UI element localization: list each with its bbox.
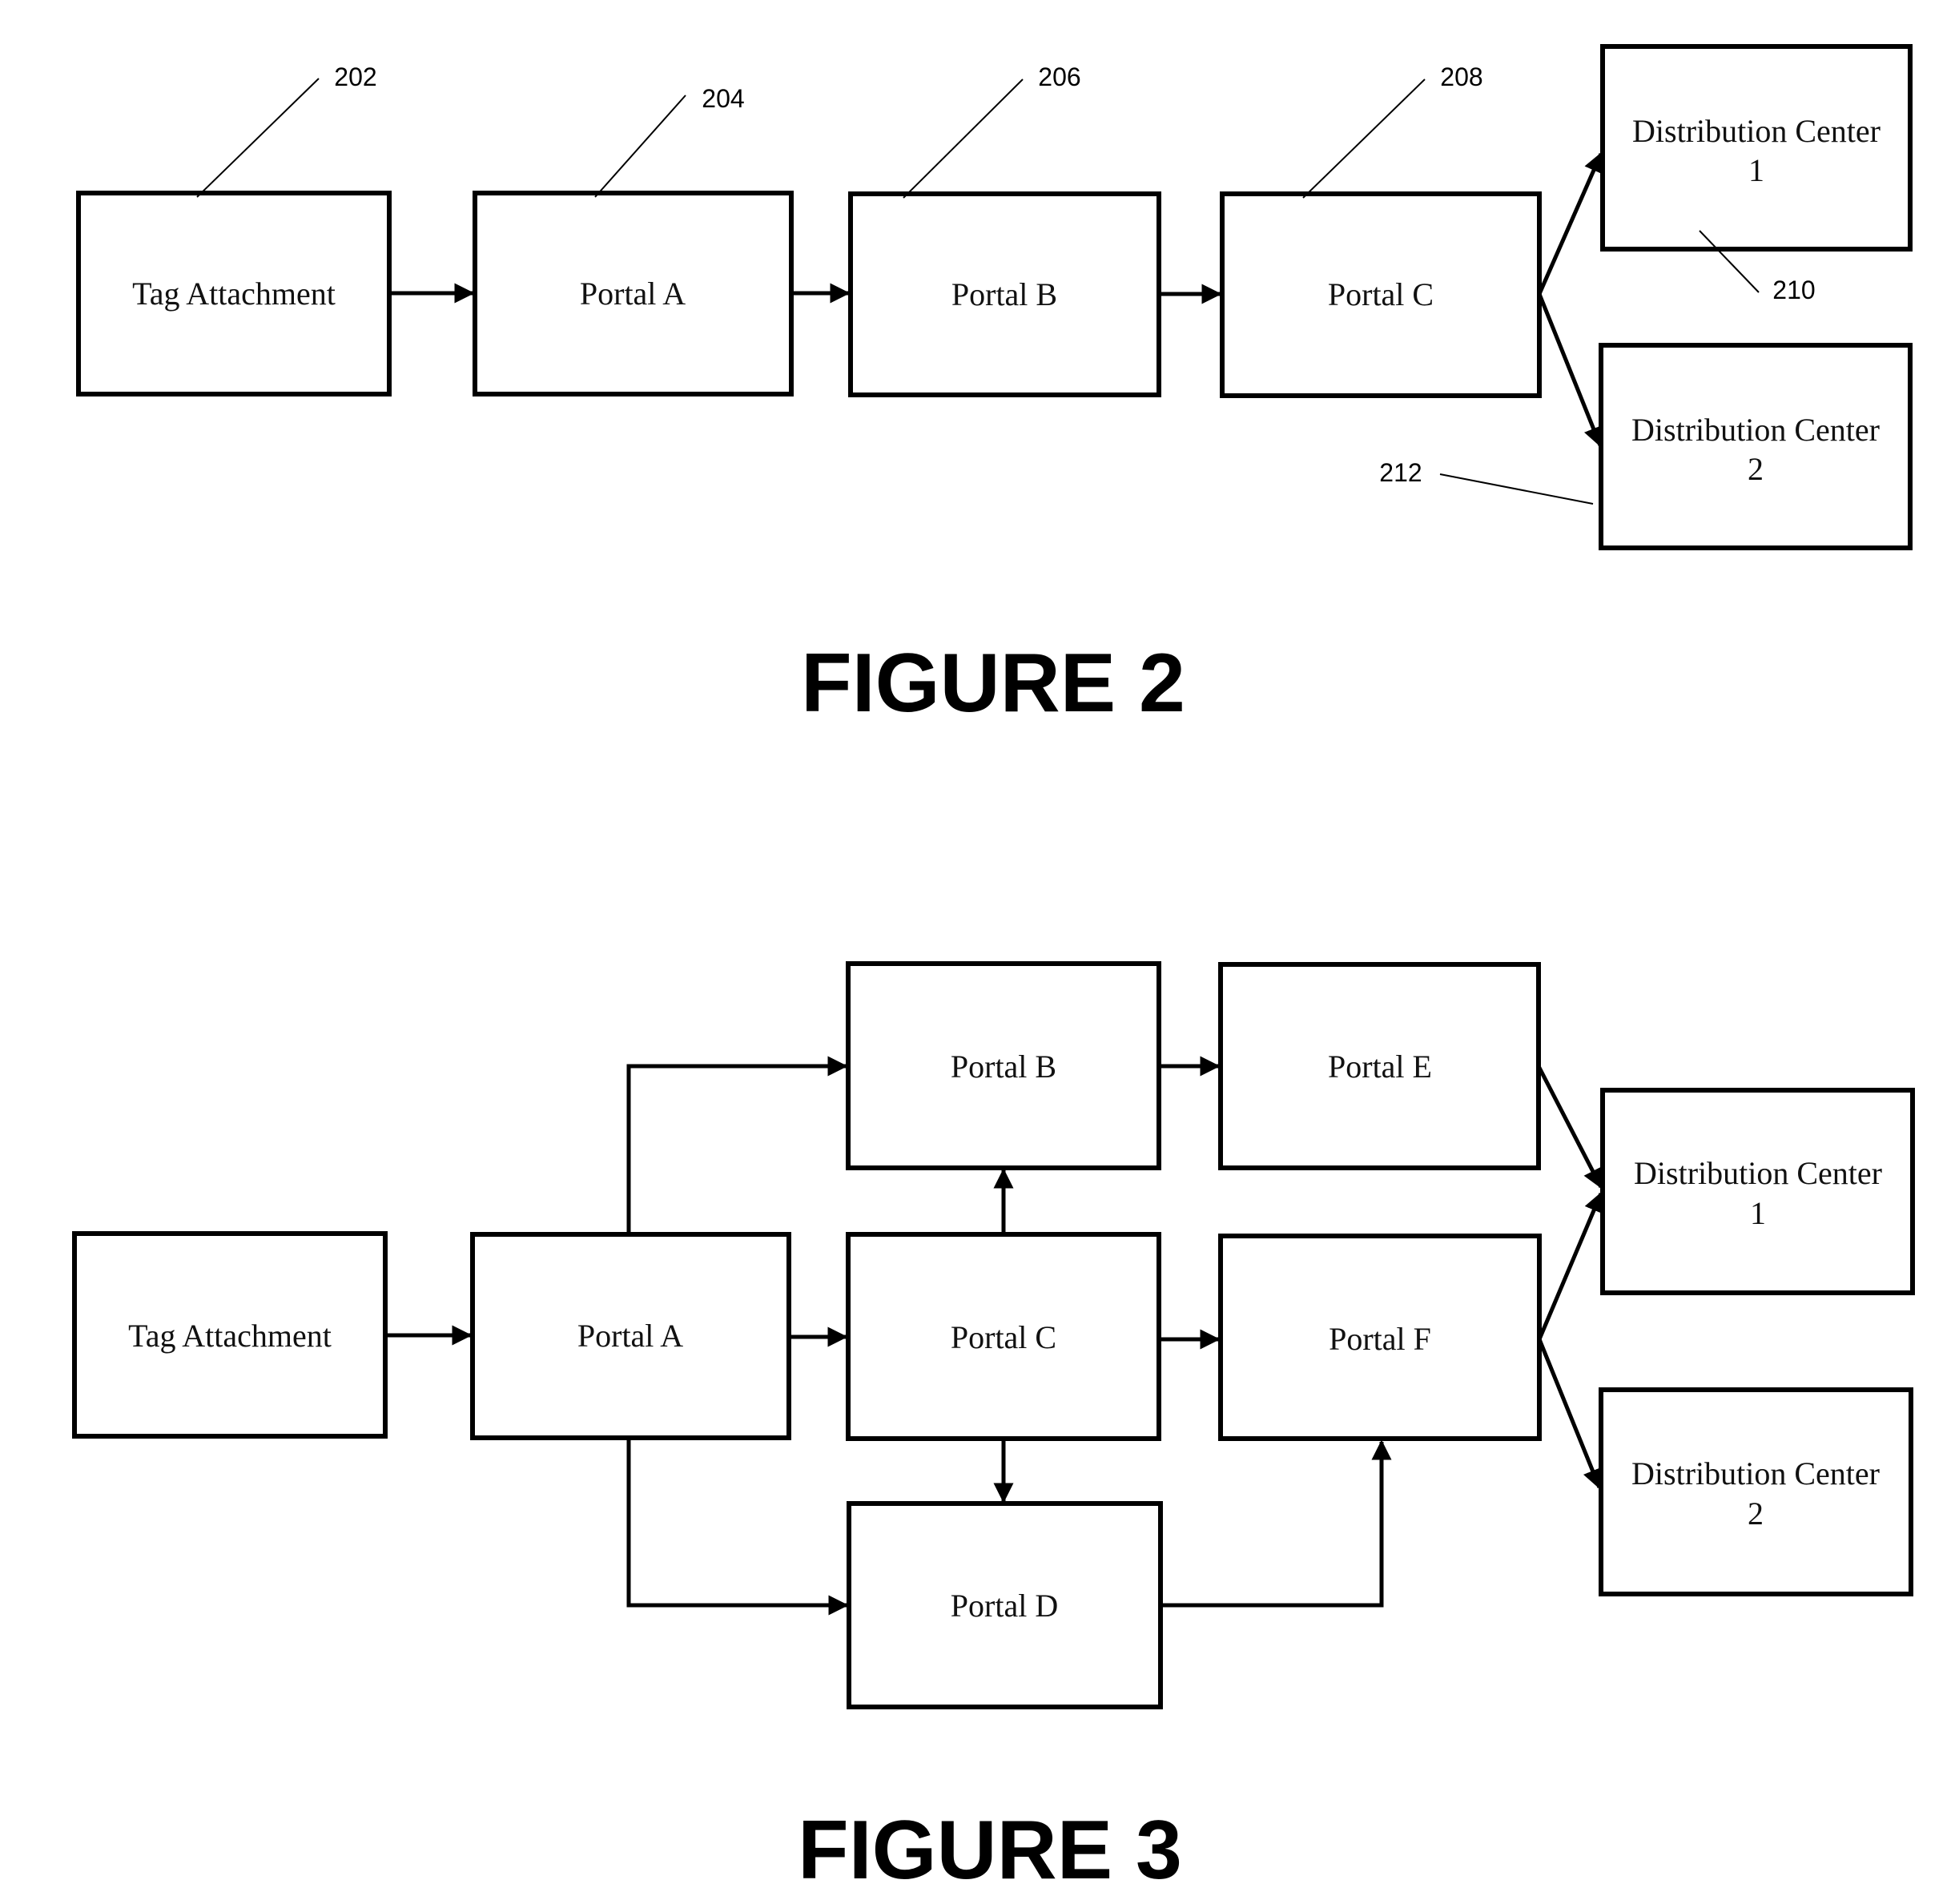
figure-title: FIGURE 3 — [798, 1804, 1182, 1897]
figure-title: FIGURE 2 — [801, 637, 1185, 730]
diagram-canvas: Tag Attachment Portal A Portal B Portal … — [72, 44, 1915, 1897]
node-label: Portal F — [1329, 1321, 1431, 1357]
node-label: Portal D — [951, 1588, 1058, 1624]
node-label-line-2: 1 — [1750, 1195, 1766, 1231]
edge-portal-f-to-dc1 — [1537, 1191, 1603, 1340]
edge-portal-f-to-dc2 — [1537, 1338, 1603, 1490]
node-distribution-center-1: Distribution Center 1 — [1600, 44, 1913, 252]
ref-numeral: 208 — [1440, 62, 1482, 91]
figure-3: Tag Attachment Portal A Portal B Portal … — [72, 961, 1915, 1897]
node-label-line-1: Distribution Center — [1632, 113, 1881, 149]
node-portal-c: Portal C — [1220, 191, 1542, 398]
node-portal-f: Portal F — [1218, 1234, 1542, 1441]
node-tag-attachment: Tag Attachment — [76, 191, 392, 396]
ref-numeral: 204 — [702, 84, 744, 113]
node-portal-a: Portal A — [473, 191, 794, 396]
node-label: Portal A — [580, 276, 686, 312]
node-tag-attachment: Tag Attachment — [72, 1231, 388, 1439]
node-portal-c: Portal C — [846, 1232, 1161, 1441]
edge-portal-c-to-dc2 — [1537, 293, 1603, 448]
ref-204: 204 — [594, 84, 745, 198]
node-label: Tag Attachment — [128, 1318, 332, 1354]
node-label-line-2: 1 — [1748, 152, 1764, 188]
node-portal-a: Portal A — [470, 1232, 791, 1440]
node-portal-b: Portal B — [848, 191, 1161, 397]
ref-numeral: 210 — [1772, 276, 1815, 304]
node-label-line-2: 2 — [1748, 1495, 1764, 1532]
ref-206: 206 — [903, 62, 1081, 199]
ref-212: 212 — [1379, 458, 1594, 505]
node-distribution-center-2: Distribution Center 2 — [1599, 343, 1913, 550]
ref-numeral: 212 — [1379, 458, 1422, 487]
edge-portal-d-to-portal-f — [1161, 1439, 1392, 1608]
node-label: Portal A — [577, 1318, 683, 1354]
ref-numeral: 206 — [1038, 62, 1080, 91]
edge-portal-a-to-portal-b — [626, 1056, 848, 1234]
node-portal-e: Portal E — [1218, 962, 1541, 1170]
node-distribution-center-2: Distribution Center 2 — [1599, 1387, 1913, 1596]
ref-202: 202 — [196, 62, 377, 198]
node-label: Tag Attachment — [132, 276, 336, 312]
node-label: Portal C — [1328, 276, 1434, 312]
node-label-line-2: 2 — [1748, 451, 1764, 487]
node-label: Portal B — [951, 276, 1057, 312]
node-label: Portal C — [951, 1319, 1056, 1355]
edge-portal-c-to-dc1 — [1537, 151, 1603, 296]
node-label-line-1: Distribution Center — [1634, 1155, 1882, 1191]
edge-portal-a-to-portal-d — [626, 1439, 849, 1616]
ref-208: 208 — [1302, 62, 1483, 199]
node-label: Portal E — [1328, 1049, 1432, 1085]
ref-numeral: 202 — [334, 62, 376, 91]
edge-portal-e-to-dc1 — [1536, 1065, 1603, 1189]
figure-2: Tag Attachment Portal A Portal B Portal … — [76, 44, 1913, 730]
node-label-line-1: Distribution Center — [1631, 1455, 1880, 1491]
node-portal-b: Portal B — [846, 961, 1161, 1170]
node-label: Portal B — [951, 1049, 1056, 1085]
node-portal-d: Portal D — [847, 1501, 1163, 1709]
node-distribution-center-1: Distribution Center 1 — [1600, 1088, 1915, 1295]
node-label-line-1: Distribution Center — [1631, 412, 1880, 448]
